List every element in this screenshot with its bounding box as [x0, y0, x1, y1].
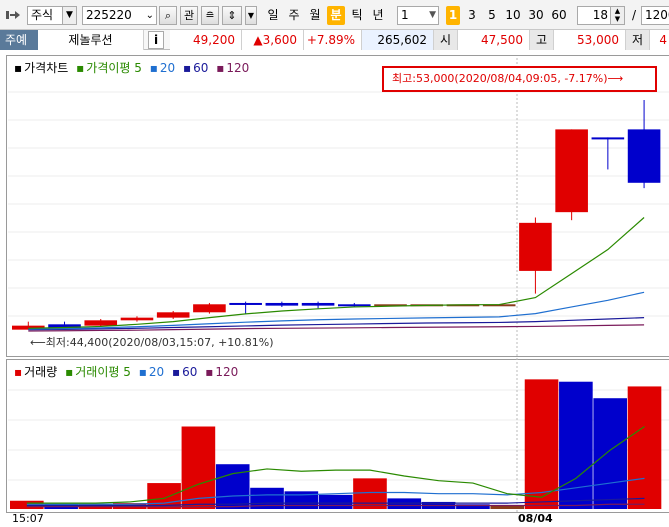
candle-body	[591, 137, 625, 140]
legend-volume-ma20-label: 20	[148, 365, 165, 379]
legend-volume-ma60-label: 60	[182, 365, 198, 379]
candle-body	[156, 312, 190, 318]
legend-price-ma20-label: 20	[159, 61, 176, 75]
candle-body	[84, 320, 118, 326]
legend-volume-label: 거래량	[24, 365, 58, 379]
time-axis-left-text: 15:07	[12, 512, 44, 525]
candle-body	[193, 304, 226, 313]
price-legend: ▪ 가격차트 ▪ 가격이평 5 ▪ 20 ▪ 60 ▪ 120	[14, 59, 253, 76]
volume-bar	[524, 379, 559, 509]
low-price-annotation-text: ⟵최저:44,400(2020/08/03,15:07, +10.81%)	[30, 336, 274, 349]
legend-price-chart: ▪ 가격차트	[14, 61, 69, 75]
legend-price-ma60-label: 60	[193, 61, 209, 75]
legend-price-ma60: ▪ 60	[182, 61, 209, 75]
price-ma20-line	[28, 291, 645, 330]
legend-price-ma120-label: 120	[226, 61, 250, 75]
high-price-callout-text: 최고:53,000(2020/08/04,09:05, -7.17%)⟶	[392, 72, 624, 85]
legend-price-ma20: ▪ 20	[149, 61, 176, 75]
volume-bar	[353, 478, 387, 509]
volume-bar	[215, 464, 250, 509]
volume-bar	[318, 494, 353, 509]
low-price-annotation: ⟵최저:44,400(2020/08/03,15:07, +10.81%)	[30, 334, 274, 350]
legend-volume-ma5-label: 거래이평 5	[75, 365, 131, 379]
time-axis-date-text: 08/04	[518, 512, 553, 525]
high-price-callout: 최고:53,000(2020/08/04,09:05, -7.17%)⟶	[382, 66, 657, 92]
candle-body	[120, 317, 154, 321]
legend-volume-ma120-label: 120	[215, 365, 239, 379]
candle-body	[265, 302, 299, 306]
legend-volume-ma120: ▪ 120	[205, 365, 239, 379]
volume-legend: ▪ 거래량 ▪ 거래이평 5 ▪ 20 ▪ 60 ▪ 120	[14, 363, 242, 380]
volume-bar	[593, 398, 627, 509]
legend-volume-ma20: ▪ 20	[138, 365, 165, 379]
volume-bar	[627, 386, 662, 509]
candle-body	[229, 302, 262, 305]
price-ma5-line	[28, 217, 645, 329]
time-axis-left-label: 15:07	[12, 512, 44, 525]
time-axis-date-label: 08/04	[518, 512, 553, 525]
legend-volume-ma60: ▪ 60	[171, 365, 198, 379]
legend-price-ma5-label: 가격이평 5	[86, 61, 142, 75]
candle-body	[338, 304, 371, 307]
candle-body	[301, 302, 335, 306]
candle-body	[627, 129, 661, 183]
legend-price-ma5: ▪ 가격이평 5	[76, 61, 142, 75]
legend-volume-ma5: ▪ 거래이평 5	[65, 365, 131, 379]
legend-price-chart-label: 가격차트	[24, 61, 69, 75]
volume-bar	[181, 426, 216, 509]
candle-body	[555, 129, 588, 213]
candle-body	[519, 222, 552, 271]
legend-price-ma120: ▪ 120	[216, 61, 250, 75]
legend-volume: ▪ 거래량	[14, 365, 58, 379]
